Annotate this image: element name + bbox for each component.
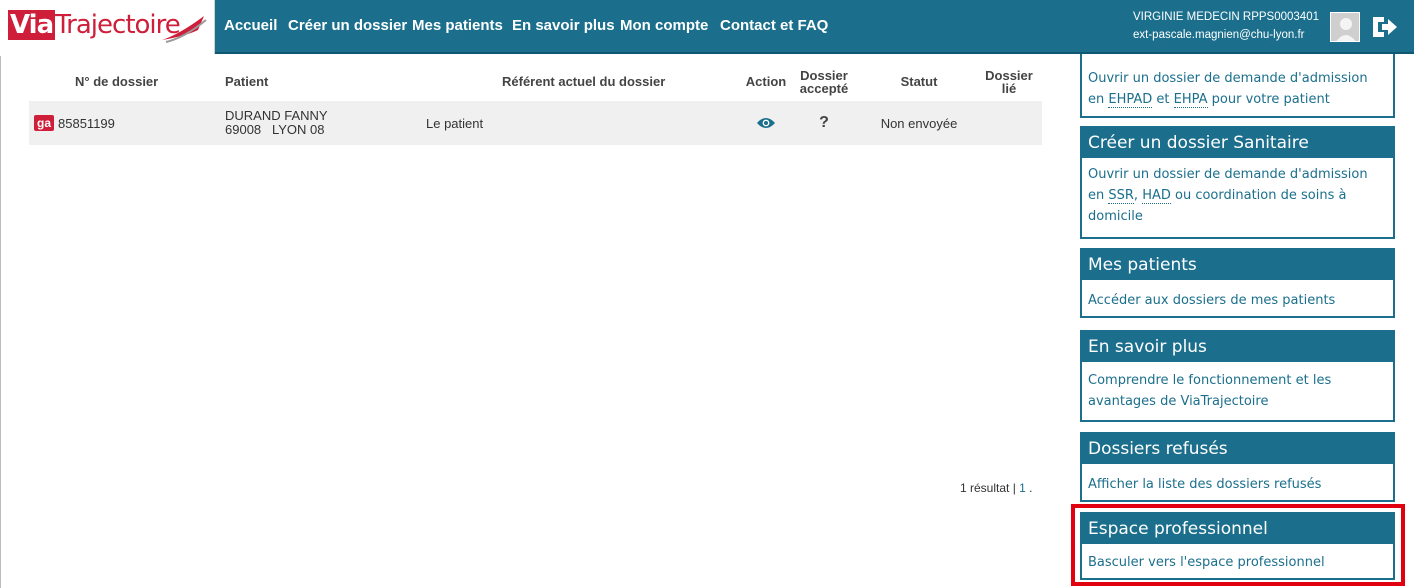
col-header-action: Action (745, 74, 787, 89)
nav-creer-un-dossier[interactable]: Créer un dossier (288, 17, 407, 34)
referent-cell: Le patient (426, 115, 484, 131)
patient-cell: DURAND FANNY 69008 LYON 08 (225, 101, 425, 145)
patient-address: 69008 LYON 08 (225, 122, 325, 137)
ssr-abbr: SSR (1108, 188, 1134, 204)
col-header-patient[interactable]: Patient (225, 62, 345, 101)
col-header-dossier[interactable]: N° de dossier (75, 62, 205, 101)
panel-medico-social: Ouvrir un dossier de demande d'admission… (1080, 54, 1395, 118)
panel-sanitaire: Créer un dossier Sanitaire Ouvrir un dos… (1080, 126, 1395, 239)
panel-en-savoir-plus: En savoir plus Comprendre le fonctionnem… (1080, 330, 1395, 422)
col-header-dossier-lie-line2: lié (1001, 80, 1017, 96)
nav-mes-patients[interactable]: Mes patients (412, 17, 503, 34)
dossier-lie-cell (984, 101, 1034, 145)
ehpa-abbr: EHPA (1173, 92, 1208, 108)
pagination-suffix: . (1025, 481, 1033, 495)
user-email[interactable]: ext-pascale.magnien@chu-lyon.fr (1133, 29, 1304, 41)
pagination: 1 résultat | 1 . (960, 481, 1033, 495)
panel-medico-social-link[interactable]: Ouvrir un dossier de demande d'admission… (1082, 54, 1393, 116)
panel-espace-professionnel-title[interactable]: Espace professionnel (1082, 514, 1393, 544)
panel-medico-social-text-3: pour votre patient (1207, 92, 1330, 107)
nav-en-savoir-plus[interactable]: En savoir plus (512, 17, 615, 34)
col-header-dossier-accepte-line1: Dossier (800, 67, 848, 83)
page-left-border (0, 56, 1, 588)
col-header-dossier-accepte[interactable]: Dossier accepté (794, 62, 854, 101)
nav-mon-compte[interactable]: Mon compte (620, 17, 708, 34)
panel-mes-patients: Mes patients Accéder aux dossiers de mes… (1080, 248, 1395, 318)
panel-dossiers-refuses: Dossiers refusés Afficher la liste des d… (1080, 432, 1395, 502)
panel-mes-patients-link[interactable]: Accéder aux dossiers de mes patients (1082, 280, 1393, 317)
dossier-accepte-cell: ? (819, 114, 829, 131)
col-header-statut[interactable]: Statut (887, 62, 951, 101)
user-avatar-icon (1331, 13, 1359, 41)
col-header-referent[interactable]: Référent actuel du dossier (502, 62, 712, 101)
dossier-number[interactable]: 85851199 (58, 116, 115, 131)
col-header-dossier-lie[interactable]: Dossier lié (984, 62, 1034, 101)
user-name[interactable]: VIRGINIE MEDECIN RPPS0003401 (1133, 11, 1319, 23)
panel-sanitaire-title[interactable]: Créer un dossier Sanitaire (1082, 128, 1393, 158)
viatrajectoire-logo[interactable]: ViaTrajectoire (0, 0, 215, 54)
view-eye-icon[interactable] (756, 116, 776, 130)
top-navigation-bar: ViaTrajectoire Accueil Créer un dossier … (0, 0, 1414, 54)
logout-icon[interactable] (1370, 14, 1398, 40)
panel-en-savoir-plus-link[interactable]: Comprendre le fonctionnement et les avan… (1082, 362, 1393, 418)
patient-name: DURAND FANNY (225, 108, 328, 123)
action-cell (744, 101, 788, 145)
had-abbr: HAD (1142, 188, 1171, 204)
nav-accueil[interactable]: Accueil (224, 17, 277, 34)
ehpad-abbr: EHPAD (1108, 92, 1153, 108)
panel-medico-social-text-2: et (1152, 92, 1174, 107)
col-header-dossier-lie-line1: Dossier (985, 67, 1033, 83)
statut-cell: Non envoyée (880, 115, 958, 131)
col-header-dossier-accepte-line2: accepté (799, 80, 849, 96)
panel-en-savoir-plus-title[interactable]: En savoir plus (1082, 332, 1393, 362)
page-link-1[interactable]: 1 (1019, 481, 1026, 495)
nav-contact-faq[interactable]: Contact et FAQ (720, 17, 828, 34)
ga-badge: ga (34, 115, 55, 131)
panel-espace-professionnel-link[interactable]: Basculer vers l'espace professionnel (1082, 544, 1393, 579)
dossier-number-cell: ga 85851199 (34, 101, 204, 145)
panel-dossiers-refuses-link[interactable]: Afficher la liste des dossiers refusés (1082, 464, 1393, 501)
result-count: 1 résultat | (960, 481, 1020, 495)
table-header-row: N° de dossier Patient Référent actuel du… (29, 62, 1042, 101)
dossier-table: N° de dossier Patient Référent actuel du… (29, 62, 1042, 145)
logo-swoosh-icon (162, 16, 207, 43)
avatar[interactable] (1330, 12, 1360, 42)
logo-text: ViaTrajectoire (8, 10, 181, 40)
panel-dossiers-refuses-title[interactable]: Dossiers refusés (1082, 434, 1393, 464)
panel-mes-patients-title[interactable]: Mes patients (1082, 250, 1393, 280)
panel-espace-professionnel: Espace professionnel Basculer vers l'esp… (1080, 512, 1395, 580)
table-row[interactable]: ga 85851199 DURAND FANNY 69008 LYON 08 L… (29, 101, 1042, 145)
panel-sanitaire-link[interactable]: Ouvrir un dossier de demande d'admission… (1082, 158, 1393, 233)
panel-sanitaire-text-2: , (1133, 188, 1143, 203)
